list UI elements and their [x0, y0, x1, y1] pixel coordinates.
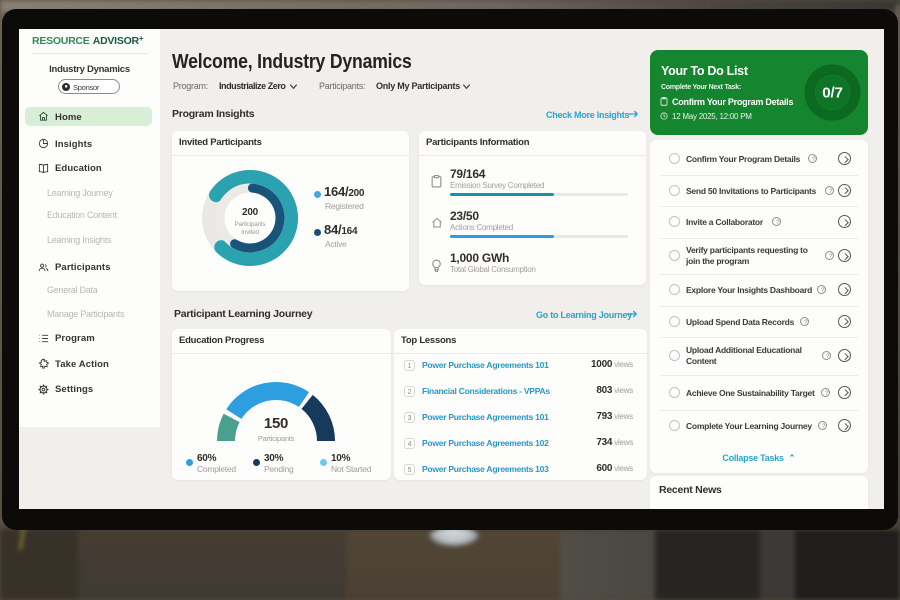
svg-text:150: 150	[264, 415, 288, 432]
svg-text:Participants: Participants	[258, 434, 295, 443]
svg-text:Participants: Participants	[235, 221, 267, 228]
svg-text:0/7: 0/7	[822, 85, 842, 102]
svg-text:200: 200	[242, 207, 259, 218]
svg-text:Invited: Invited	[241, 229, 259, 236]
